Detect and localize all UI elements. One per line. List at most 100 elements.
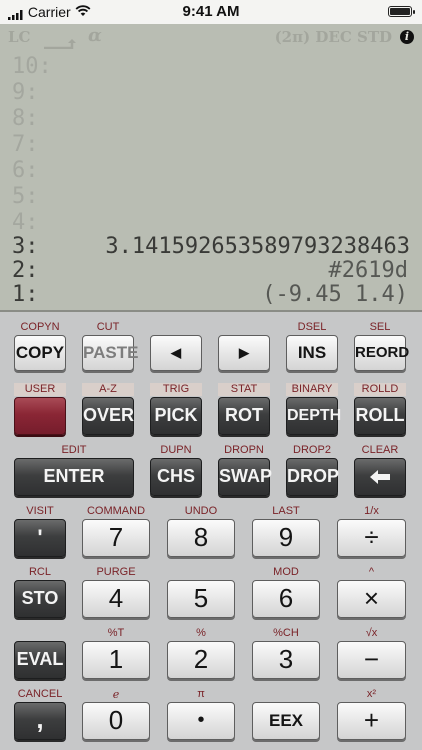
calculator-app: Carrier 9:41 AM LC α (2π) DEC STD i 10: … (0, 0, 422, 750)
stack-level-8: 8: (0, 106, 422, 132)
shift-label-rcl: RCL (28, 566, 51, 578)
stack-label: 10: (12, 54, 52, 79)
eval-key[interactable]: EVAL (14, 641, 66, 679)
quote-key[interactable]: ' (14, 519, 66, 557)
stack-value: #2619d (328, 258, 408, 283)
shift-label-e: e (112, 688, 120, 701)
depth-key[interactable]: DEPTH (286, 397, 341, 435)
shift-label-percent-total: %T (107, 627, 125, 639)
stack-level-1: 1: (-9.45 1.4) (0, 282, 422, 308)
shift-label-copyn: COPYN (20, 321, 60, 333)
shift-label-mod: MOD (273, 566, 299, 578)
subtract-key[interactable]: − (337, 641, 406, 679)
cursor-left-key[interactable]: ◀ (150, 335, 202, 371)
stack-label: 2: (12, 258, 39, 283)
reord-key[interactable]: REORD (354, 335, 409, 371)
shift-label-sel: SEL (369, 321, 391, 333)
ins-key[interactable]: INS (286, 335, 338, 371)
stack-label: 7: (12, 132, 39, 157)
swap-key[interactable]: SWAP (218, 458, 272, 496)
digit-8-key[interactable]: 8 (167, 519, 235, 557)
rot-key[interactable]: ROT (218, 397, 270, 435)
alpha-annunciator: α (88, 25, 102, 46)
shift-label-a-z: A-Z (82, 383, 134, 396)
stack-label: 1: (12, 282, 39, 307)
shift-label-power: ^ (368, 566, 375, 578)
digit-1-key[interactable]: 1 (82, 641, 150, 679)
pick-key[interactable]: PICK (150, 397, 202, 435)
shift-key[interactable] (14, 397, 66, 435)
digit-2-key[interactable]: 2 (167, 641, 235, 679)
shift-label-cancel: CANCEL (17, 688, 63, 700)
digit-7-key[interactable]: 7 (82, 519, 150, 557)
stack-level-3: 3: 3.1415926535897932384​63 (0, 234, 422, 260)
stack-label: 8: (12, 106, 39, 131)
shift-label-dropn: DROPN (224, 444, 264, 456)
mode-annunciator: (2π) DEC STD (274, 28, 392, 46)
status-bar: Carrier 9:41 AM (0, 0, 422, 24)
info-icon[interactable]: i (400, 30, 414, 44)
lowercase-annunciator: LC (8, 28, 31, 46)
lcd-display[interactable]: LC α (2π) DEC STD i 10: 9: 8: 7: 6: 5: 4… (0, 24, 422, 312)
roll-key[interactable]: ROLL (354, 397, 406, 435)
shift-label-rolld: ROLLD (354, 383, 406, 396)
shift-label-dsel: DSEL (297, 321, 327, 333)
digit-6-key[interactable]: 6 (252, 580, 320, 618)
status-time: 9:41 AM (182, 3, 240, 20)
add-key[interactable]: + (337, 702, 406, 740)
digit-9-key[interactable]: 9 (252, 519, 320, 557)
digit-4-key[interactable]: 4 (82, 580, 150, 618)
shift-annunciator-icon (44, 34, 78, 50)
shift-label-edit: EDIT (61, 444, 87, 456)
backspace-arrow-icon (370, 470, 390, 484)
shift-label-undo: UNDO (184, 505, 218, 517)
divide-key[interactable]: ÷ (337, 519, 406, 557)
over-key[interactable]: OVER (82, 397, 134, 435)
shift-label-cut: CUT (96, 321, 120, 333)
shift-label-command: COMMAND (86, 505, 146, 517)
shift-label-purge: PURGE (96, 566, 136, 578)
comma-key[interactable]: , (14, 702, 66, 740)
drop-key[interactable]: DROP (286, 458, 339, 496)
cursor-right-key[interactable]: ▶ (218, 335, 270, 371)
shift-label-drop2: DROP2 (293, 444, 331, 456)
shift-label-inverse: 1/x (364, 505, 379, 517)
stack-level-5: 5: (0, 184, 422, 210)
shift-label-sqrt: √x (365, 627, 378, 639)
shift-label-last: LAST (272, 505, 300, 517)
shift-label-visit: VISIT (26, 505, 54, 517)
shift-label-dupn: DUPN (160, 444, 192, 456)
digit-3-key[interactable]: 3 (252, 641, 320, 679)
shift-label-percent-change: %CH (273, 627, 299, 639)
shift-label-binary: BINARY (286, 383, 338, 396)
copy-key[interactable]: COPY (14, 335, 66, 371)
shift-label-clear: CLEAR (361, 444, 399, 456)
chs-key[interactable]: CHS (150, 458, 202, 496)
digit-5-key[interactable]: 5 (167, 580, 235, 618)
stack-label: 6: (12, 158, 39, 183)
stack-value: 3.1415926535897932384​63 (105, 234, 410, 259)
sto-key[interactable]: STO (14, 580, 66, 618)
stack-level-9: 9: (0, 80, 422, 106)
shift-label-pi: π (197, 688, 205, 700)
decimal-point-key[interactable]: • (167, 702, 235, 740)
shift-label-trig: TRIG (150, 383, 202, 396)
shift-label-user: USER (14, 383, 66, 396)
stack-level-4: 4: (0, 210, 422, 236)
paste-key[interactable]: PASTE (82, 335, 138, 371)
digit-0-key[interactable]: 0 (82, 702, 150, 740)
lcd-divider (0, 310, 422, 312)
battery-icon (388, 6, 415, 17)
shift-label-stat: STAT (218, 383, 270, 396)
eex-key[interactable]: EEX (252, 702, 320, 740)
multiply-key[interactable]: × (337, 580, 406, 618)
annunciator-bar: LC α (2π) DEC STD i (0, 24, 422, 50)
backspace-key[interactable] (354, 458, 406, 496)
stack-label: 3: (12, 234, 39, 259)
stack-label: 5: (12, 184, 39, 209)
stack-level-7: 7: (0, 132, 422, 158)
enter-key[interactable]: ENTER (14, 458, 134, 496)
stack-label: 4: (12, 210, 39, 235)
shift-label-square: x² (366, 688, 377, 700)
stack-level-2: 2: #2619d (0, 258, 422, 284)
